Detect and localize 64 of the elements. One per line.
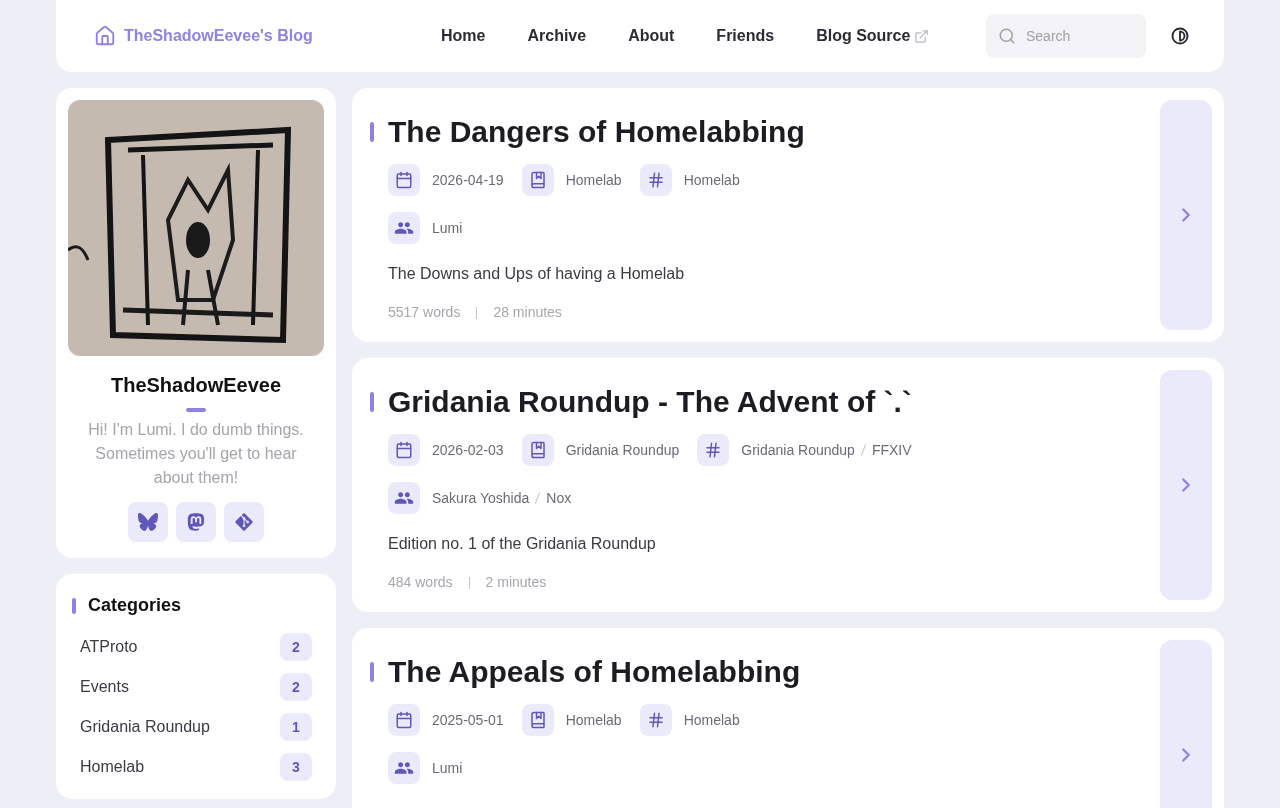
hash-icon bbox=[646, 171, 665, 189]
git-icon bbox=[234, 512, 254, 532]
post-description: The Downs and Ups of having a Homelab bbox=[388, 264, 686, 284]
post-category[interactable]: Homelab bbox=[565, 709, 622, 731]
categories-title: Categories bbox=[88, 594, 182, 617]
post-title[interactable]: The Dangers of Homelabbing bbox=[388, 112, 805, 152]
category-count: 2 bbox=[280, 633, 312, 661]
category-count: 2 bbox=[280, 673, 312, 701]
category-item[interactable]: Events 2 bbox=[72, 667, 320, 707]
category-item[interactable]: Homelab 3 bbox=[72, 747, 320, 787]
post-category[interactable]: Gridania Roundup bbox=[565, 439, 680, 461]
post-author[interactable]: Nox bbox=[546, 487, 572, 509]
search-icon bbox=[998, 27, 1016, 45]
post-author[interactable]: Sakura Yoshida bbox=[432, 487, 530, 509]
social-link[interactable] bbox=[128, 502, 168, 542]
hash-icon bbox=[646, 711, 665, 729]
category-count: 1 bbox=[280, 713, 312, 741]
post-tag[interactable]: Homelab bbox=[683, 709, 740, 731]
post-title[interactable]: Gridania Roundup - The Advent of `.` bbox=[388, 382, 912, 422]
post-author[interactable]: Lumi bbox=[432, 757, 463, 779]
nav-link[interactable]: About bbox=[608, 16, 695, 56]
post-tag[interactable]: Homelab bbox=[683, 169, 740, 191]
butterfly-icon bbox=[138, 512, 158, 532]
category-name: Homelab bbox=[80, 757, 145, 777]
word-count: 5517 words bbox=[388, 303, 461, 322]
hash-icon bbox=[704, 441, 723, 459]
social-link[interactable] bbox=[176, 502, 216, 542]
nav-link[interactable]: Friends bbox=[696, 16, 795, 56]
word-count: 484 words bbox=[388, 573, 453, 592]
social-link[interactable] bbox=[224, 502, 264, 542]
post-date[interactable]: 2025-05-01 bbox=[432, 709, 504, 731]
calendar-icon bbox=[395, 171, 413, 189]
category-name: ATProto bbox=[80, 637, 138, 657]
home-icon bbox=[94, 25, 116, 47]
category-count: 3 bbox=[280, 753, 312, 781]
nav-link[interactable]: Archive bbox=[507, 16, 607, 56]
category-name: Gridania Roundup bbox=[80, 717, 210, 737]
post-category[interactable]: Homelab bbox=[565, 169, 622, 191]
category-item[interactable]: Gridania Roundup 1 bbox=[72, 707, 320, 747]
site-title[interactable]: TheShadowEevee's Blog bbox=[124, 24, 313, 48]
category-name: Events bbox=[80, 677, 129, 697]
post-tag[interactable]: Gridania Roundup bbox=[741, 439, 855, 461]
book-icon bbox=[528, 441, 547, 459]
mastodon-icon bbox=[186, 512, 206, 532]
profile-name: TheShadowEevee bbox=[110, 373, 282, 398]
calendar-icon bbox=[395, 441, 413, 459]
reading-time: 2 minutes bbox=[485, 573, 547, 592]
book-icon bbox=[528, 171, 547, 189]
reading-time: 28 minutes bbox=[493, 303, 562, 322]
nav-link[interactable]: Home bbox=[421, 16, 506, 56]
post-date[interactable]: 2026-02-03 bbox=[432, 439, 504, 461]
calendar-icon bbox=[395, 711, 413, 729]
post-description: Edition no. 1 of the Gridania Roundup bbox=[388, 534, 657, 554]
post-author[interactable]: Lumi bbox=[432, 217, 463, 239]
book-icon bbox=[528, 711, 547, 729]
post-title[interactable]: The Appeals of Homelabbing bbox=[388, 652, 801, 692]
contrast-icon bbox=[1171, 27, 1189, 45]
category-item[interactable]: ATProto 2 bbox=[72, 627, 320, 667]
nav-link[interactable]: Blog Source bbox=[796, 16, 950, 56]
external-link-icon bbox=[914, 28, 930, 44]
search-field[interactable]: Search bbox=[986, 14, 1146, 58]
post-date[interactable]: 2026-04-19 bbox=[432, 169, 504, 191]
profile-bio: Hi! I'm Lumi. I do dumb things. Sometimes you'll get to hear about them! bbox=[87, 420, 305, 488]
post-tag[interactable]: FFXIV bbox=[871, 439, 912, 461]
